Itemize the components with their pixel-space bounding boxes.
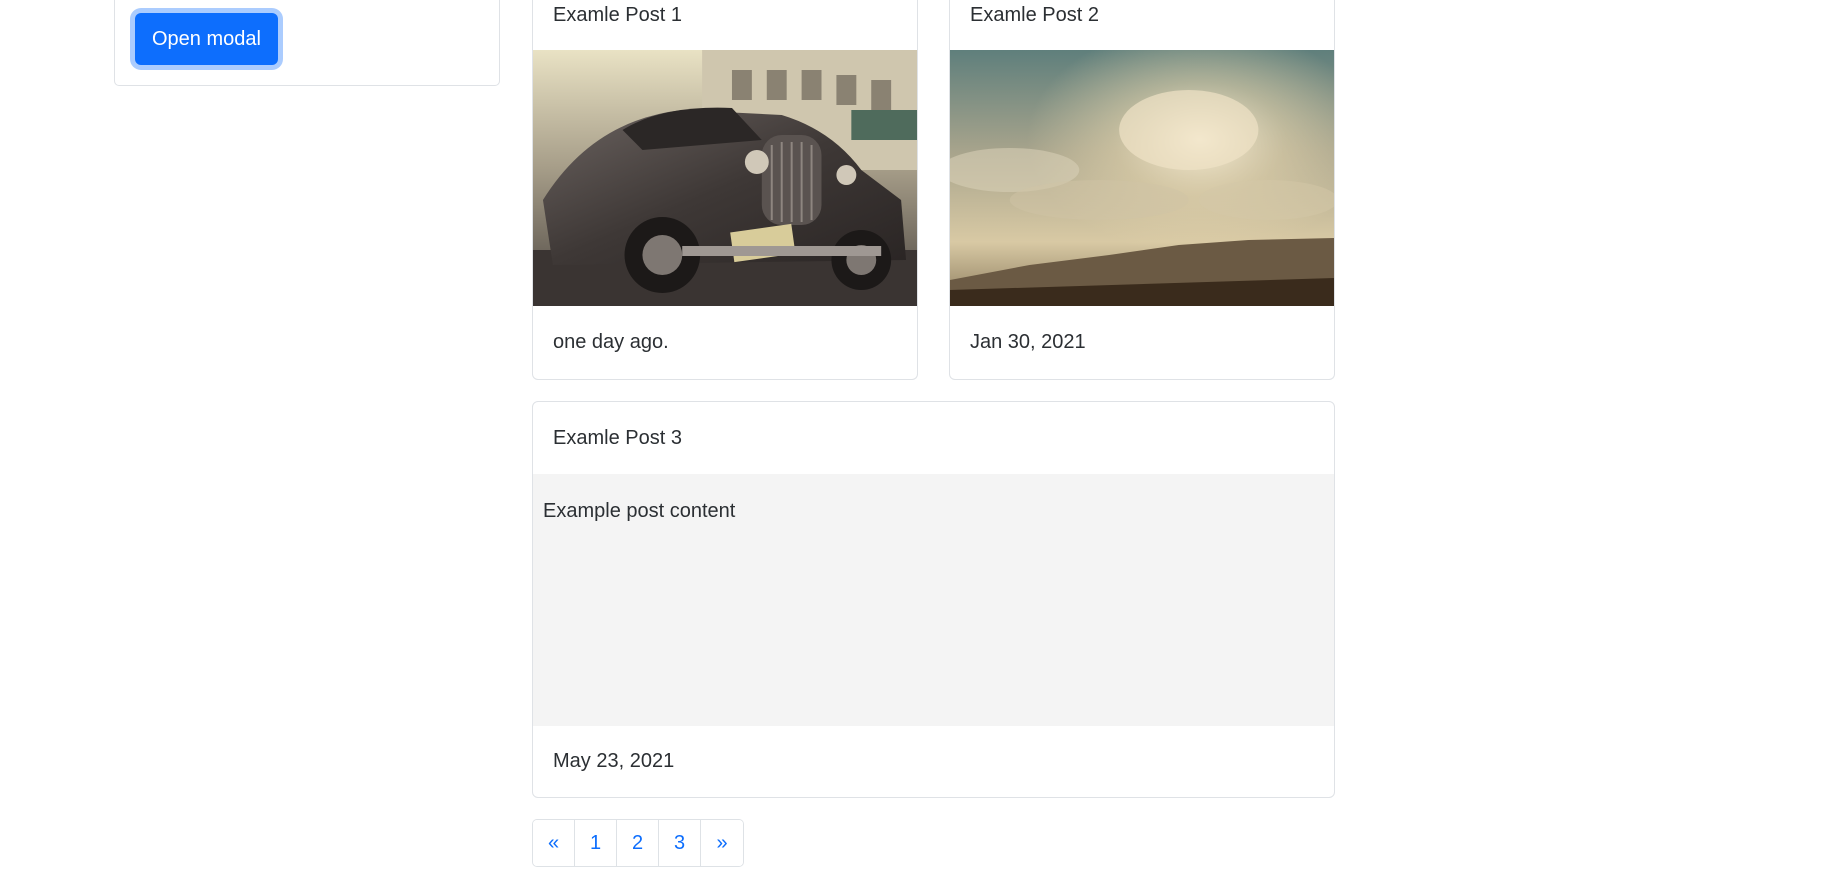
open-modal-button[interactable]: Open modal	[135, 13, 278, 65]
post-title: Examle Post 3	[553, 426, 682, 449]
pagination-next-button[interactable]: »	[701, 820, 743, 866]
pagination-prev-button[interactable]: «	[533, 820, 575, 866]
post-timestamp: Jan 30, 2021	[970, 330, 1086, 353]
pagination-page-3[interactable]: 3	[659, 820, 701, 866]
sidebar-card: Open modal	[114, 0, 500, 86]
post-title: Examle Post 1	[553, 4, 682, 26]
post-image-car	[533, 50, 917, 306]
pagination: « 1 2 3 »	[532, 819, 744, 867]
post-content: Example post content	[533, 474, 1334, 726]
post-title: Examle Post 2	[970, 4, 1099, 26]
pagination-page-2[interactable]: 2	[617, 820, 659, 866]
post-card-3: Examle Post 3 Example post content May 2…	[532, 401, 1335, 798]
post-card-1: Examle Post 1 one day ago.	[532, 0, 918, 380]
post-image-sky	[950, 50, 1334, 306]
post-timestamp: one day ago.	[553, 330, 669, 353]
pagination-page-1[interactable]: 1	[575, 820, 617, 866]
post-card-2: Examle Post 2 Jan 30, 2021	[949, 0, 1335, 380]
post-timestamp: May 23, 2021	[553, 750, 675, 772]
